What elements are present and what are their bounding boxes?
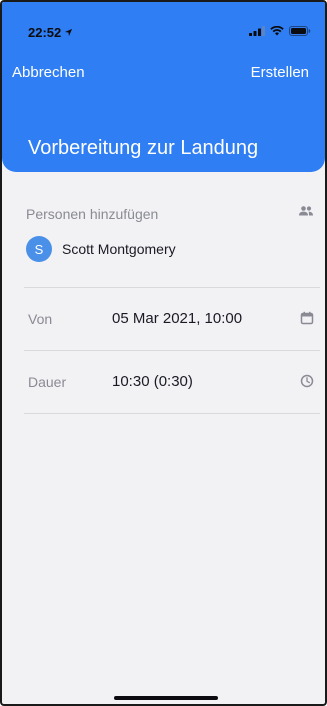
status-bar: 22:52 [2,2,325,46]
avatar: S [26,236,52,262]
cancel-button[interactable]: Abbrechen [12,64,85,81]
battery-icon [289,26,311,36]
status-icons [249,26,311,36]
nav-bar: Abbrechen Erstellen [2,60,325,88]
location-arrow-icon [65,28,73,37]
duration-field-row[interactable]: Dauer 10:30 (0:30) [24,352,320,414]
from-label: Von [28,311,53,327]
person-name: Scott Montgomery [62,241,176,257]
duration-value[interactable]: 10:30 (0:30) [112,373,193,390]
people-icon[interactable] [298,205,314,217]
clock-icon[interactable] [300,374,314,388]
from-value[interactable]: 05 Mar 2021, 10:00 [112,310,242,327]
cellular-signal-icon [249,26,265,36]
home-indicator[interactable] [114,696,218,700]
phone-screen: 22:52 Abbrechen Erstellen Vorbereitung z… [0,0,327,706]
header: 22:52 Abbrechen Erstellen Vorbereitung z… [2,2,325,172]
add-people-label: Personen hinzufügen [26,206,159,222]
add-people-section[interactable]: Personen hinzufügen S Scott Montgomery [24,198,320,288]
status-time: 22:52 [28,25,73,40]
page-title[interactable]: Vorbereitung zur Landung [28,137,258,160]
from-field-row[interactable]: Von 05 Mar 2021, 10:00 [24,289,320,351]
calendar-icon[interactable] [300,311,314,325]
duration-label: Dauer [28,374,67,390]
wifi-icon [270,26,284,36]
status-time-text: 22:52 [28,25,62,40]
create-button[interactable]: Erstellen [251,64,309,81]
person-item[interactable]: S Scott Montgomery [26,236,176,262]
